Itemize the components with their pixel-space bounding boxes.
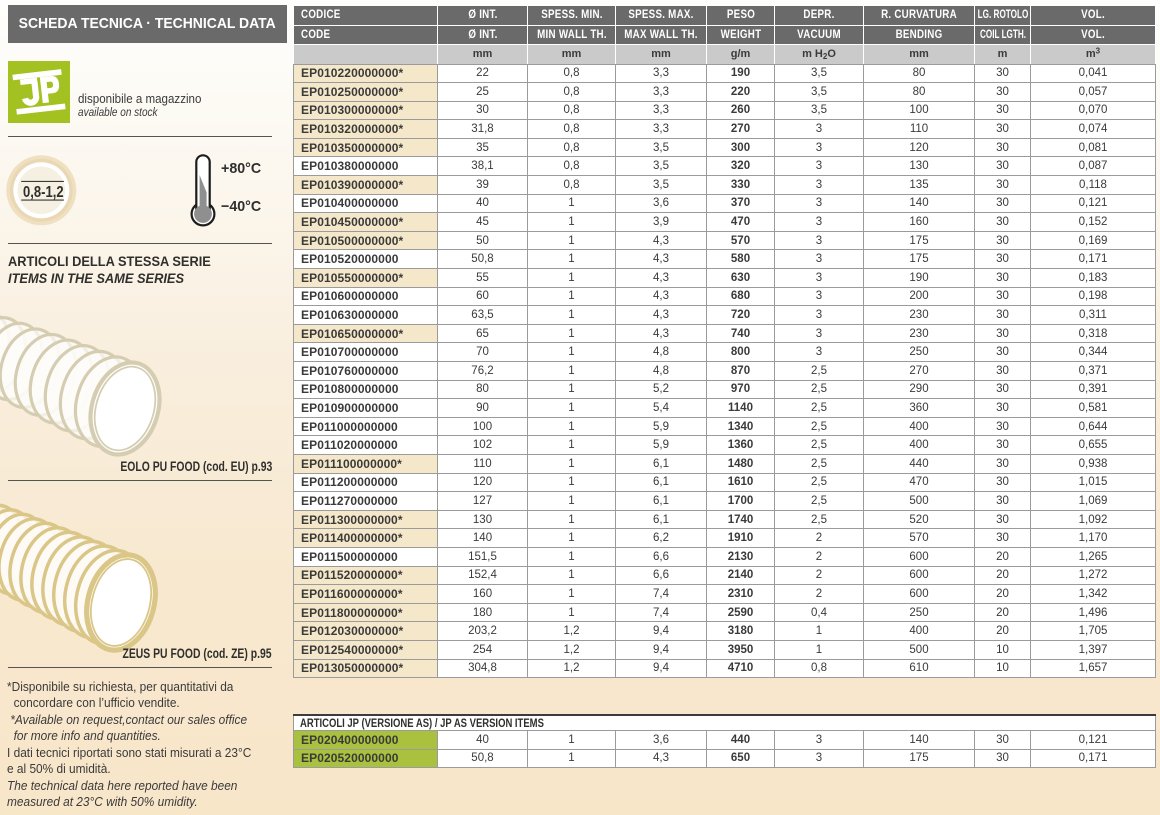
- svg-text:0,8-1,2: 0,8-1,2: [23, 184, 64, 201]
